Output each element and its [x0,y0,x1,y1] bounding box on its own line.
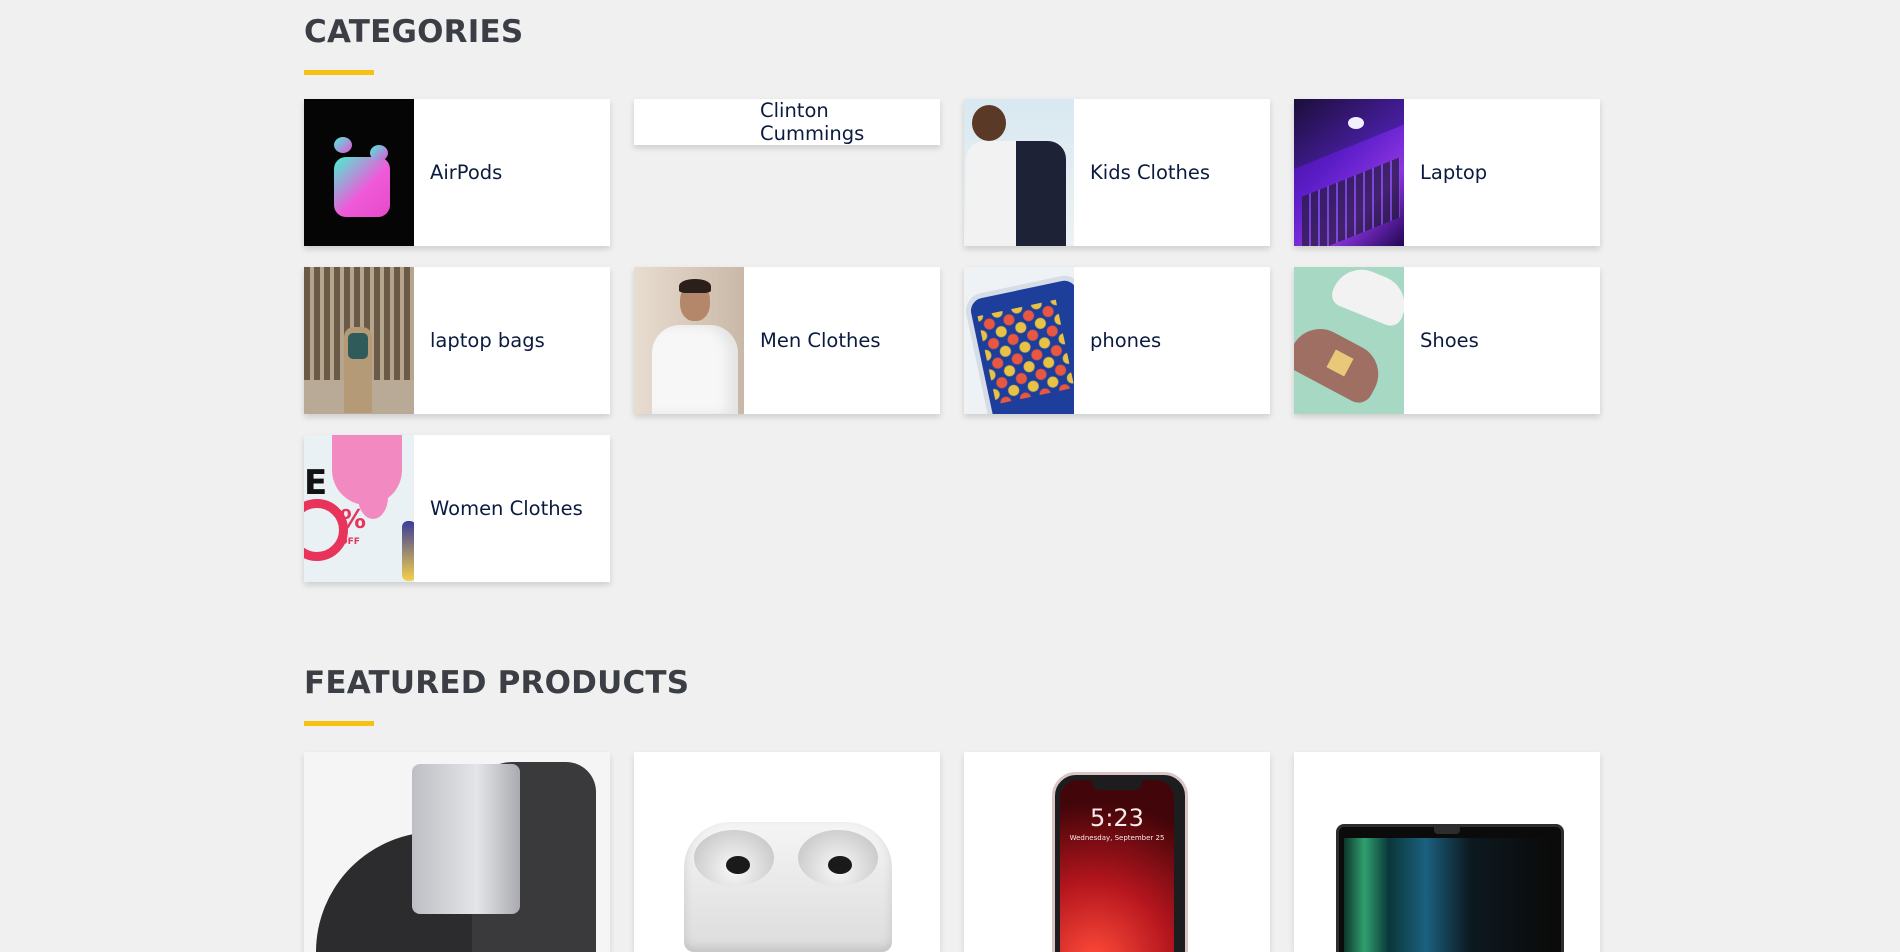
categories-heading: CATEGORIES [304,14,524,50]
category-label: Clinton Cummings [760,99,865,145]
category-card-airpods[interactable]: AirPods [304,99,610,246]
category-label: Men Clothes [760,329,881,352]
category-label: AirPods [430,161,503,184]
category-image-airpods [304,99,414,246]
featured-products-section: FEATURED PRODUCTS 5:23 Wednesday, Septem… [304,665,1600,952]
category-label: laptop bags [430,329,545,352]
phone-screen-time: 5:23 [1090,804,1144,832]
category-label: Shoes [1420,329,1479,352]
category-card-phones[interactable]: phones [964,267,1270,414]
category-card-laptop[interactable]: Laptop [1294,99,1600,246]
category-image-shoes [1294,267,1404,414]
categories-section: CATEGORIES AirPods Clinton Cummings Kids… [304,14,1600,582]
category-image-laptop [1294,99,1404,246]
category-card-clinton-cummings[interactable]: Clinton Cummings [634,99,940,145]
product-card-macbook[interactable] [1294,752,1600,952]
category-card-shoes[interactable]: Shoes [1294,267,1600,414]
category-label: Kids Clothes [1090,161,1211,184]
product-card-iphone[interactable]: 5:23 Wednesday, September 25 [964,752,1270,952]
category-image-women-clothes: E % OFF [304,435,414,582]
category-card-women-clothes[interactable]: E % OFF Women Clothes [304,435,610,582]
category-image-empty [634,99,744,145]
phone-screen-date: Wednesday, September 25 [1069,834,1165,842]
category-image-men-clothes [634,267,744,414]
category-card-laptop-bags[interactable]: laptop bags [304,267,610,414]
category-label: Women Clothes [430,497,583,520]
category-image-laptop-bags [304,267,414,414]
category-card-men-clothes[interactable]: Men Clothes [634,267,940,414]
heading-underline [304,721,374,726]
product-card-backpack[interactable] [304,752,610,952]
category-card-kids-clothes[interactable]: Kids Clothes [964,99,1270,246]
category-image-kids-clothes [964,99,1074,246]
category-image-phones [964,267,1074,414]
featured-products-heading: FEATURED PRODUCTS [304,665,690,701]
heading-underline [304,70,374,75]
category-label: Laptop [1420,161,1488,184]
categories-grid: AirPods Clinton Cummings Kids Clothes La… [304,99,1600,599]
product-card-airpods-pro[interactable] [634,752,940,952]
category-label: phones [1090,329,1162,352]
